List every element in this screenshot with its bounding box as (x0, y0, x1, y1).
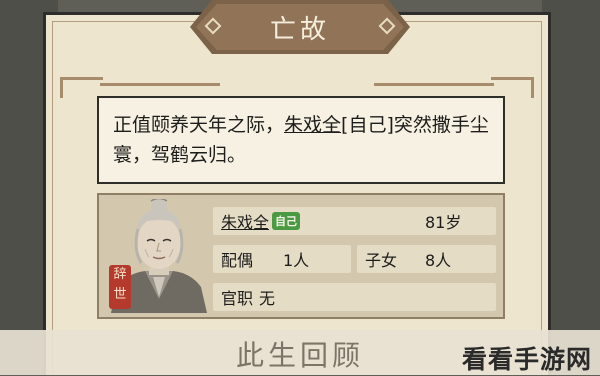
description-text: 正值颐养天年之际，朱戏全[自己]突然撒手尘寰，驾鹤云归。 (113, 110, 489, 170)
self-badge: 自己 (272, 212, 301, 230)
office-label: 官职 (221, 289, 254, 308)
title-plaque-inner: 亡故 (196, 4, 404, 50)
children-value: 8人 (425, 251, 452, 270)
spouse-value: 1人 (283, 251, 310, 270)
description-box: 正值颐养天年之际，朱戏全[自己]突然撒手尘寰，驾鹤云归。 (97, 96, 505, 184)
seal-char-2: 世 (113, 287, 127, 302)
decorative-frame-right (491, 77, 534, 98)
spouse-row: 配偶 1人 (213, 245, 351, 273)
children-label: 子女 (365, 251, 398, 270)
watermark-text: 看看手游网 (461, 345, 592, 374)
name-age-row: 朱戏全 自己 81岁 (213, 207, 496, 235)
description-prefix: 正值颐养天年之际， (113, 114, 285, 136)
elder-portrait: 辞世 (107, 199, 211, 313)
person-info-panel: 辞世 朱戏全 自己 81岁 配偶 1人 子女 8人 官职 无 (97, 193, 505, 319)
decorative-frame-left (60, 77, 103, 98)
person-name[interactable]: 朱戏全 (213, 209, 269, 233)
spouse-label: 配偶 (221, 251, 254, 270)
office-value: 无 (259, 289, 276, 308)
description-person-name[interactable]: 朱戏全 (284, 114, 341, 136)
dialog-title: 亡故 (269, 14, 330, 45)
office-row: 官职 无 (213, 283, 496, 311)
seal-char-1: 辞 (113, 267, 127, 282)
decorative-line-left (100, 83, 220, 86)
children-row: 子女 8人 (357, 245, 496, 273)
deceased-seal: 辞世 (109, 265, 131, 309)
decorative-line-right (374, 83, 494, 86)
person-age: 81岁 (425, 213, 462, 232)
